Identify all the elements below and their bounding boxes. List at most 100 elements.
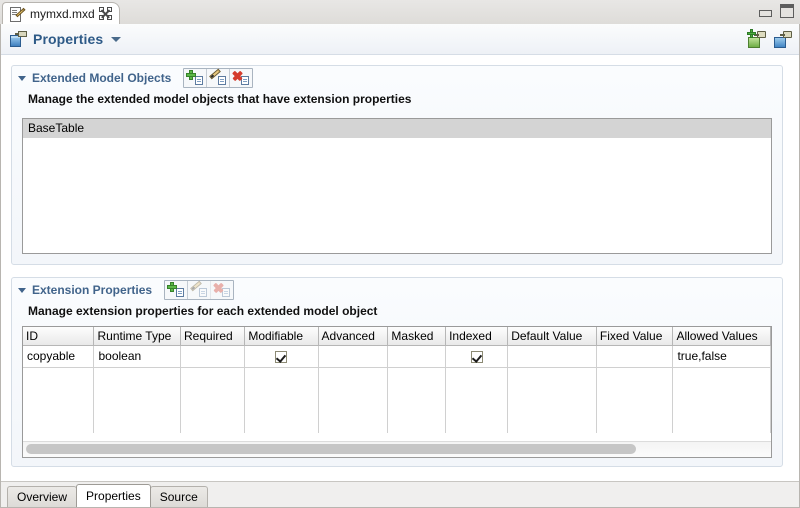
checkbox-modifiable[interactable] [275,351,287,363]
cell-empty[interactable] [388,411,446,433]
cell-masked[interactable] [388,345,446,367]
cell-empty[interactable] [673,367,771,389]
cell-empty[interactable] [771,411,772,433]
section-header: Extended Model Objects [12,66,782,90]
section-toolbar [183,68,253,88]
column-header[interactable]: Fixed Value [596,327,673,345]
column-header[interactable]: Masked [388,327,446,345]
window-controls [759,4,794,18]
column-header[interactable]: Advanced [318,327,388,345]
extension-properties-table[interactable]: IDRuntime TypeRequiredModifiableAdvanced… [22,326,772,458]
cell-empty[interactable] [446,367,508,389]
table-row-empty[interactable] [23,411,772,433]
cell-empty[interactable] [388,367,446,389]
cell-empty[interactable] [94,411,181,433]
section-description: Manage extension properties for each ext… [12,302,782,324]
cell-empty[interactable] [446,411,508,433]
cell-empty[interactable] [596,367,673,389]
cell-empty[interactable] [23,367,94,389]
cell-empty[interactable] [508,367,597,389]
cell-empty[interactable] [771,367,772,389]
delete-icon [211,281,233,299]
column-header[interactable]: ID [23,327,94,345]
cell-display-name[interactable]: Copyable [771,345,772,367]
cell-empty[interactable] [181,367,245,389]
table-row-empty[interactable] [23,389,772,411]
add-extension-icon[interactable] [747,29,767,49]
extended-model-objects-list[interactable]: BaseTable [22,118,772,254]
eclipse-editor-window: mymxd.mxd Properties [0,0,800,508]
cell-empty[interactable] [508,389,597,411]
cell-empty[interactable] [596,411,673,433]
chevron-down-icon[interactable] [111,37,121,42]
editor-tab-mymxd[interactable]: mymxd.mxd [2,2,120,24]
delete-icon[interactable] [230,69,252,87]
editor-body: Properties Extended Model [0,24,800,508]
table-header-row: IDRuntime TypeRequiredModifiableAdvanced… [23,327,772,345]
mxd-file-icon [9,6,25,22]
cell-empty[interactable] [318,367,388,389]
cell-empty[interactable] [181,389,245,411]
cell-fixed-value[interactable] [596,345,673,367]
collapse-twisty-icon[interactable] [18,288,26,293]
cell-advanced[interactable] [318,345,388,367]
cell-required[interactable] [181,345,245,367]
properties-grid: IDRuntime TypeRequiredModifiableAdvanced… [23,327,772,433]
section-extended-model-objects: Extended Model Objects Manage the exte [11,65,783,265]
tab-overview[interactable]: Overview [7,486,77,507]
cell-empty[interactable] [673,389,771,411]
section-header: Extension Properties [12,278,782,302]
cell-empty[interactable] [23,411,94,433]
cell-runtime-type[interactable]: boolean [94,345,181,367]
cell-empty[interactable] [181,411,245,433]
horizontal-scrollbar[interactable] [23,441,771,457]
column-header[interactable]: Display Name [771,327,772,345]
add-icon[interactable] [165,281,188,299]
table-row[interactable]: copyablebooleantrue,falseCopyableIndicat… [23,345,772,367]
section-title: Extended Model Objects [32,71,171,85]
close-icon[interactable] [100,8,111,19]
column-header[interactable]: Required [181,327,245,345]
cell-empty[interactable] [245,411,318,433]
column-header[interactable]: Indexed [446,327,508,345]
page-title: Properties [33,31,103,47]
cell-empty[interactable] [673,411,771,433]
tab-source[interactable]: Source [150,486,208,507]
cell-default-value[interactable] [508,345,597,367]
cell-indexed[interactable] [446,345,508,367]
cell-empty[interactable] [245,389,318,411]
cell-empty[interactable] [446,389,508,411]
maximize-icon[interactable] [780,4,794,18]
scrollbar-thumb[interactable] [26,444,636,454]
cell-modifiable[interactable] [245,345,318,367]
cell-allowed-values[interactable]: true,false [673,345,771,367]
add-icon[interactable] [184,69,207,87]
cell-id[interactable]: copyable [23,345,94,367]
cell-empty[interactable] [388,389,446,411]
editor-tab-label: mymxd.mxd [30,7,95,21]
cell-empty[interactable] [318,389,388,411]
edit-icon[interactable] [207,69,230,87]
extension-icon[interactable] [773,29,793,49]
column-header[interactable]: Default Value [508,327,597,345]
column-header[interactable]: Allowed Values [673,327,771,345]
cell-empty[interactable] [318,411,388,433]
tab-properties[interactable]: Properties [76,484,151,507]
section-description: Manage the extended model objects that h… [12,90,782,112]
form-toolbar [747,29,793,49]
cell-empty[interactable] [94,367,181,389]
cell-empty[interactable] [596,389,673,411]
list-item[interactable]: BaseTable [23,119,771,138]
cell-empty[interactable] [508,411,597,433]
cell-empty[interactable] [94,389,181,411]
section-extension-properties: Extension Properties Manage extension [11,277,783,467]
column-header[interactable]: Runtime Type [94,327,181,345]
cell-empty[interactable] [245,367,318,389]
cell-empty[interactable] [23,389,94,411]
collapse-twisty-icon[interactable] [18,76,26,81]
cell-empty[interactable] [771,389,772,411]
table-row-empty[interactable] [23,367,772,389]
minimize-icon[interactable] [759,10,772,17]
checkbox-indexed[interactable] [471,351,483,363]
column-header[interactable]: Modifiable [245,327,318,345]
